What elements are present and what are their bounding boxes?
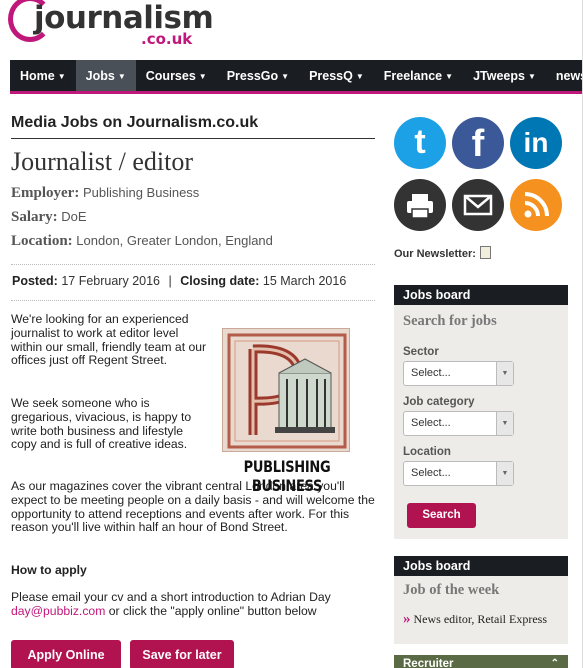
location-value: London, Greater London, England [76,233,273,248]
posted-date: 17 February 2016 [61,274,161,288]
nav-item-freelance[interactable]: Freelance ▼ [374,60,463,91]
salary-row: Salary: DoE [11,209,375,226]
email-link[interactable]: day@pubbiz.com [11,604,105,618]
main-nav: Home ▼ Jobs ▼ Courses ▼ PressGo ▼ PressQ ▼ Freelan… [10,60,583,94]
employer-label: Employer: [11,185,80,201]
job-title: Journalist / editor [11,147,193,176]
print-icon[interactable] [394,179,446,231]
closing-label: Closing date: [180,274,260,288]
location-row: Location: London, Greater London, Englan… [11,233,375,250]
caret-down-icon: ▼ [198,72,207,82]
caret-down-icon: ▼ [117,72,126,82]
search-jobs-heading: Search for jobs [403,313,497,329]
publishing-business-artwork [222,328,350,452]
nav-item-pressq[interactable]: PressQ ▼ [299,60,374,91]
chevron-down-icon: ▼ [496,412,513,435]
caret-down-icon: ▼ [281,72,290,82]
nav-item-newsrw[interactable]: news:rw ti [546,60,583,91]
twitter-icon[interactable]: t [394,117,446,169]
site-logo[interactable]: journalism .co.uk [8,0,214,52]
recruiter-panel-header[interactable]: Recruiter ⌃ [394,655,568,668]
job-category-select[interactable]: Select... ▼ [403,411,514,436]
mail-icon[interactable] [452,179,504,231]
employer-logo-caption: PUBLISHING BUSINESS [243,458,331,496]
dates-row: Posted: 17 February 2016 | Closing date:… [11,264,375,301]
newsletter-link[interactable]: Our Newsletter: [394,246,491,260]
jobs-search-panel: Jobs board Search for jobs Sector Select… [394,285,568,539]
employer-value: Publishing Business [82,185,200,200]
rss-icon[interactable] [510,179,562,231]
description-para-2: We seek someone who is gregarious, vivac… [11,396,192,452]
nav-item-jtweeps[interactable]: JTweeps ▼ [463,60,546,91]
location-filter-label: Location [403,446,451,458]
apply-instructions: Please email your cv and a short introdu… [11,590,331,604]
save-for-later-button[interactable]: Save for later [130,640,234,668]
job-of-week-panel: Jobs board Job of the week » News editor,… [394,556,568,644]
sector-label: Sector [403,346,439,358]
sector-select-value: Select... [411,367,451,379]
facebook-icon[interactable]: f [452,117,504,169]
location-label: Location: [11,233,73,249]
how-to-apply-heading: How to apply [11,563,87,577]
linkedin-icon[interactable]: in [510,117,562,169]
search-button[interactable]: Search [407,503,476,528]
caret-down-icon: ▼ [445,72,454,82]
job-detail: Media Jobs on Journalism.co.uk Journalis… [11,114,375,668]
chevron-up-icon: ⌃ [550,658,559,668]
how-to-apply-text: Please email your cv and a short introdu… [11,590,375,619]
apply-online-button[interactable]: Apply Online [11,640,121,668]
apply-instructions-end: or click the "apply online" button below [105,603,317,618]
job-of-week-link[interactable]: » News editor, Retail Express [394,611,568,628]
caret-down-icon: ▼ [355,72,364,82]
salary-value: DoE [61,209,87,224]
sector-select[interactable]: Select... ▼ [403,361,514,386]
nav-item-jobs[interactable]: Jobs ▼ [75,60,136,91]
document-icon [479,246,491,259]
description-para-1: We're looking for an experienced journal… [11,312,207,368]
job-category-select-value: Select... [411,417,451,429]
job-of-week-item: News editor, Retail Express [413,612,548,626]
employer-logo-image: PUBLISHING BUSINESS [216,328,358,496]
caret-down-icon: ▼ [57,72,66,82]
employer-row: Employer: Publishing Business [11,185,375,202]
double-chevron-right-icon: » [403,611,411,627]
location-select[interactable]: Select... ▼ [403,461,514,486]
location-select-value: Select... [411,467,451,479]
chevron-down-icon: ▼ [496,362,513,385]
logo-domain: .co.uk [141,30,193,48]
job-category-label: Job category [403,396,475,408]
salary-label: Salary: [11,209,58,225]
social-row-1: t f in [394,117,568,171]
caret-down-icon: ▼ [527,72,536,82]
nav-item-home[interactable]: Home ▼ [10,60,76,91]
jobs-board-heading: Jobs board [394,285,568,305]
nav-item-courses[interactable]: Courses ▼ [136,60,217,91]
recruiter-label: Recruiter [403,658,454,668]
section-title: Media Jobs on Journalism.co.uk [11,114,375,139]
date-separator: | [168,274,172,288]
jobs-board-heading-2: Jobs board [394,556,568,576]
nav-item-pressgo[interactable]: PressGo ▼ [217,60,299,91]
newsletter-label: Our Newsletter: [394,248,476,260]
chevron-down-icon: ▼ [496,462,513,485]
job-of-week-heading: Job of the week [403,582,500,598]
closing-date: 15 March 2016 [262,274,347,288]
posted-label: Posted: [12,274,58,288]
social-row-2 [394,179,568,233]
